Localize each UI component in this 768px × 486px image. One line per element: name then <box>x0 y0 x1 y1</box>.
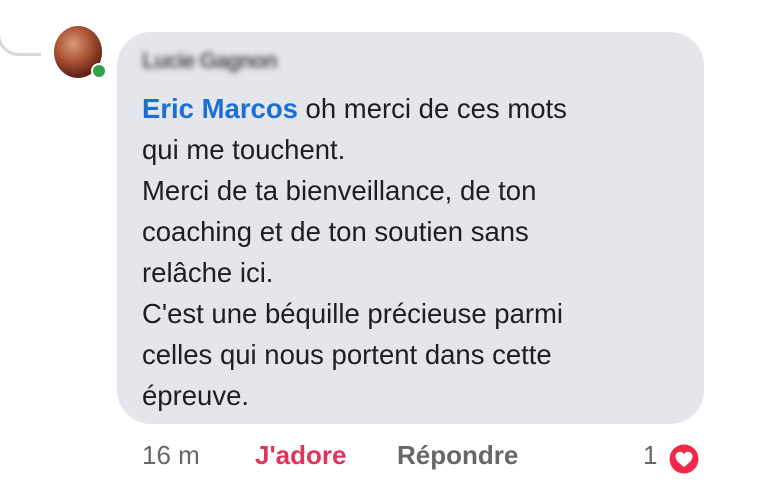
comment-line: qui me touchent. <box>142 134 346 165</box>
comment-text: Eric Marcos oh merci de ces mots qui me … <box>142 88 687 416</box>
mention-link[interactable]: Eric Marcos <box>142 93 298 124</box>
like-button[interactable]: J'adore <box>255 440 346 471</box>
comment-line: coaching et de ton soutien sans <box>142 216 529 247</box>
reaction-count[interactable]: 1 <box>643 440 657 471</box>
comment-line: C'est une béquille précieuse parmi <box>142 298 564 329</box>
comment-line: celles qui nous portent dans cette <box>142 339 552 370</box>
comment-actions: 16 m J'adore Répondre 1 <box>0 440 768 476</box>
comment-line: Merci de ta bienveillance, de ton <box>142 175 537 206</box>
comment-author-name[interactable]: Lucie Gagnon <box>142 48 278 74</box>
love-icon[interactable] <box>665 440 703 478</box>
thread-connector-line <box>0 0 41 56</box>
comment-line: épreuve. <box>142 380 250 411</box>
comment-timestamp[interactable]: 16 m <box>142 440 200 471</box>
comment-line: relâche ici. <box>142 257 274 288</box>
reply-button[interactable]: Répondre <box>397 440 518 471</box>
comment-line: Eric Marcos oh merci de ces mots <box>142 88 687 129</box>
online-status-dot <box>91 63 107 79</box>
comment-line-text: oh merci de ces mots <box>297 93 567 124</box>
